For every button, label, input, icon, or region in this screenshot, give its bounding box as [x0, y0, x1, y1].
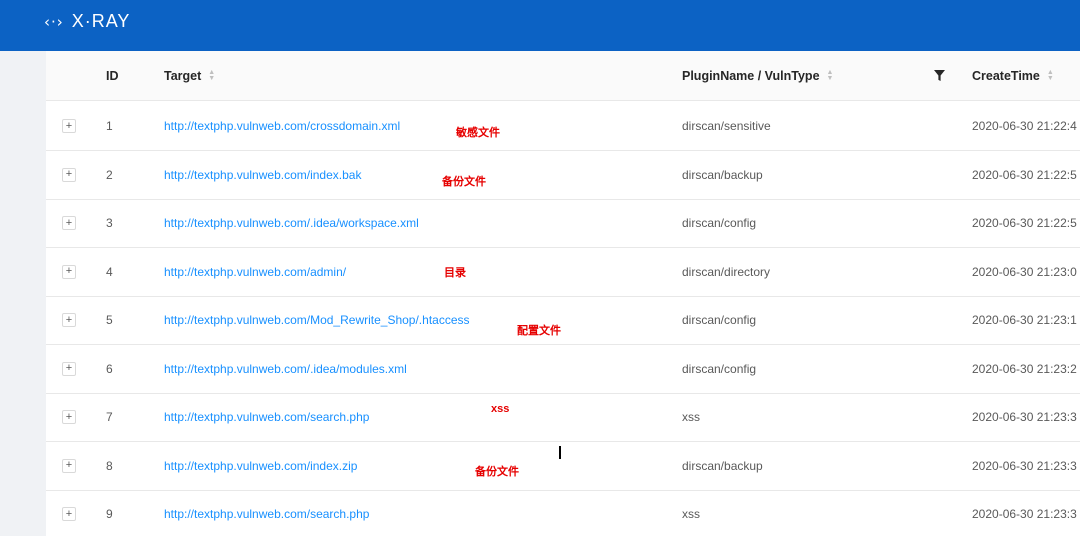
cell-plugin: dirscan/backup: [682, 167, 763, 182]
target-link[interactable]: http://textphp.vulnweb.com/crossdomain.x…: [164, 119, 400, 133]
target-link[interactable]: http://textphp.vulnweb.com/admin/: [164, 265, 346, 279]
results-table: ID Target ▲ ▼ PluginName / VulnType ▲ ▼ Cr…: [46, 51, 1080, 536]
cell-createtime: 2020-06-30 21:23:1: [972, 313, 1077, 327]
app-logo[interactable]: ‹·› X·RAY: [44, 11, 130, 32]
table-row[interactable]: +1 http://textphp.vulnweb.com/crossdomain…: [46, 102, 1080, 151]
column-header-createtime-label: CreateTime: [972, 68, 1040, 83]
expand-row-button[interactable]: +: [62, 119, 76, 133]
column-header-plugin[interactable]: PluginName / VulnType ▲ ▼: [682, 51, 833, 100]
logo-text: X·RAY: [71, 11, 131, 31]
sort-icon[interactable]: ▲ ▼: [1047, 69, 1054, 82]
table-row[interactable]: +9 http://textphp.vulnweb.com/search.php x…: [46, 490, 1080, 536]
cell-createtime: 2020-06-30 21:22:5: [972, 216, 1077, 230]
cell-createtime: 2020-06-30 21:22:5: [972, 167, 1077, 182]
cell-plugin: dirscan/directory: [682, 264, 771, 279]
target-link[interactable]: http://textphp.vulnweb.com/index.zip: [164, 459, 357, 473]
text-cursor: [559, 446, 561, 459]
table-row[interactable]: +6 http://textphp.vulnweb.com/.idea/modul…: [46, 345, 1080, 394]
target-link[interactable]: http://textphp.vulnweb.com/.idea/workspa…: [164, 216, 419, 230]
target-link[interactable]: http://textphp.vulnweb.com/search.php: [164, 410, 369, 424]
cell-createtime: 2020-06-30 21:23:3: [972, 458, 1077, 473]
expand-row-button[interactable]: +: [62, 313, 76, 327]
target-link[interactable]: http://textphp.vulnweb.com/index.bak: [164, 168, 361, 182]
cell-createtime: 2020-06-30 21:23:0: [972, 264, 1077, 279]
cell-plugin: xss: [682, 507, 700, 521]
expand-row-button[interactable]: +: [62, 361, 76, 376]
sort-icon[interactable]: ▲ ▼: [208, 69, 215, 82]
cell-plugin: dirscan/config: [682, 216, 757, 230]
cell-id: 5: [106, 313, 113, 327]
cell-id: 3: [106, 216, 113, 230]
annotation-label: 备份文件: [442, 176, 486, 188]
cell-id: 8: [106, 458, 113, 473]
target-link[interactable]: http://textphp.vulnweb.com/Mod_Rewrite_S…: [164, 313, 470, 327]
table-row[interactable]: +8 http://textphp.vulnweb.com/index.zip di…: [46, 442, 1080, 491]
expand-row-button[interactable]: +: [62, 410, 76, 424]
expand-row-button[interactable]: +: [62, 458, 76, 473]
filter-icon: [934, 70, 945, 81]
annotation-label: 备份文件: [475, 466, 519, 478]
cell-plugin: dirscan/config: [682, 313, 757, 327]
column-header-createtime[interactable]: CreateTime ▲ ▼: [972, 51, 1054, 100]
filter-button[interactable]: [934, 51, 945, 100]
cell-createtime: 2020-06-30 21:23:2: [972, 361, 1077, 376]
cell-id: 9: [106, 507, 113, 521]
table-row[interactable]: +2 http://textphp.vulnweb.com/index.bak di…: [46, 151, 1080, 200]
annotation-label: 敏感文件: [456, 127, 500, 139]
expand-row-button[interactable]: +: [62, 264, 76, 279]
annotation-label: xss: [491, 403, 510, 415]
annotation-label: 配置文件: [517, 325, 561, 337]
table-row[interactable]: +4 http://textphp.vulnweb.com/admin/dirsc…: [46, 248, 1080, 297]
column-header-plugin-label: PluginName / VulnType: [682, 68, 820, 83]
annotation-label: 目录: [444, 267, 466, 279]
cell-createtime: 2020-06-30 21:23:3: [972, 410, 1077, 424]
target-link[interactable]: http://textphp.vulnweb.com/search.php: [164, 507, 369, 521]
cell-createtime: 2020-06-30 21:22:4: [972, 119, 1077, 133]
cell-plugin: dirscan/backup: [682, 458, 763, 473]
top-header-bar: ‹·› X·RAY: [0, 0, 1080, 51]
cell-id: 1: [106, 119, 113, 133]
table-row[interactable]: +7 http://textphp.vulnweb.com/search.php x…: [46, 393, 1080, 442]
column-header-id: ID: [106, 68, 119, 83]
table-row[interactable]: +3 http://textphp.vulnweb.com/.idea/works…: [46, 199, 1080, 248]
cell-id: 6: [106, 361, 113, 376]
code-brackets-icon: ‹·›: [44, 12, 64, 31]
cell-plugin: xss: [682, 410, 700, 424]
column-header-target[interactable]: Target ▲ ▼: [164, 51, 215, 100]
expand-row-button[interactable]: +: [62, 216, 76, 230]
table-row[interactable]: +5 http://textphp.vulnweb.com/Mod_Rewrite…: [46, 296, 1080, 345]
cell-plugin: dirscan/sensitive: [682, 119, 771, 133]
cell-createtime: 2020-06-30 21:23:3: [972, 507, 1077, 521]
cell-id: 2: [106, 167, 113, 182]
expand-row-button[interactable]: +: [62, 167, 76, 182]
cell-plugin: dirscan/config: [682, 361, 757, 376]
cell-id: 7: [106, 410, 113, 424]
target-link[interactable]: http://textphp.vulnweb.com/.idea/modules…: [164, 362, 407, 376]
column-header-target-label: Target: [164, 68, 202, 83]
table-header: ID Target ▲ ▼ PluginName / VulnType ▲ ▼ Cr…: [46, 51, 1080, 101]
expand-row-button[interactable]: +: [62, 507, 76, 521]
sort-icon[interactable]: ▲ ▼: [827, 69, 834, 82]
cell-id: 4: [106, 264, 113, 279]
